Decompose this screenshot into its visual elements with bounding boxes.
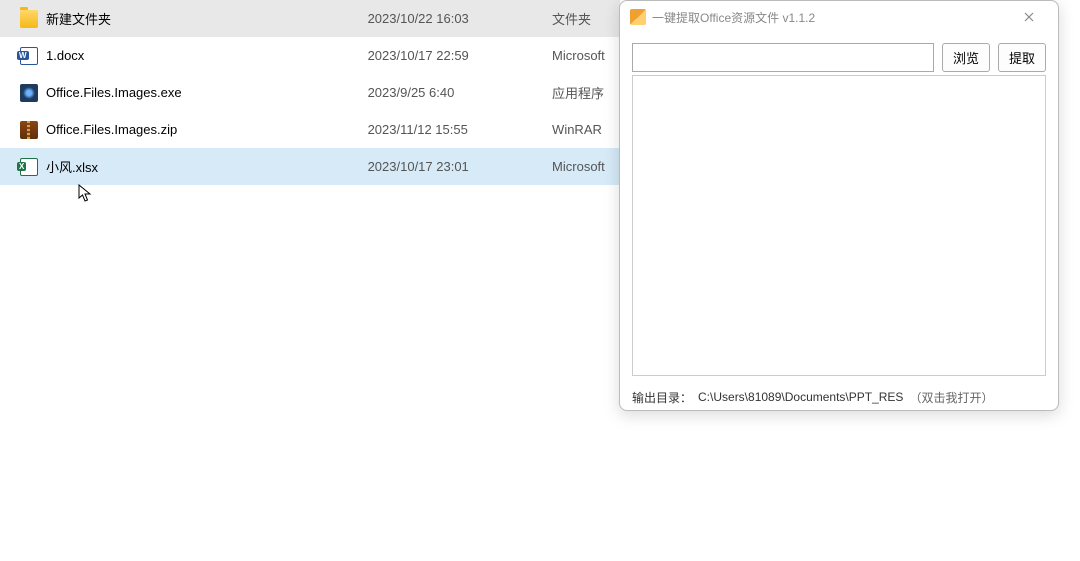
file-date: 2023/11/12 15:55 (368, 122, 552, 137)
dialog-titlebar[interactable]: 一键提取Office资源文件 v1.1.2 (620, 1, 1058, 33)
file-name: Office.Files.Images.exe (46, 85, 182, 100)
file-name-cell: 1.docx (20, 47, 368, 65)
extract-dialog: 一键提取Office资源文件 v1.1.2 浏览 提取 输出目录： C:\Use… (619, 0, 1059, 411)
docx-icon (20, 47, 38, 65)
file-name-cell: 小风.xlsx (20, 157, 368, 176)
path-input[interactable] (632, 43, 934, 72)
close-icon (1024, 12, 1034, 22)
file-name: 1.docx (46, 48, 84, 63)
file-date: 2023/9/25 6:40 (368, 85, 552, 100)
close-button[interactable] (1010, 3, 1048, 31)
app-icon (630, 9, 646, 25)
file-name-cell: Office.Files.Images.zip (20, 121, 368, 139)
file-type: Microsoft (552, 48, 620, 63)
file-list: 新建文件夹 2023/10/22 16:03文件夹 1.docx 2023/10/17… (0, 0, 620, 185)
file-type: 应用程序 (552, 83, 620, 102)
folder-icon (20, 10, 38, 28)
file-row[interactable]: 1.docx 2023/10/17 22:59Microsoft (0, 37, 620, 74)
file-name: 小风.xlsx (46, 157, 98, 176)
file-row[interactable]: 小风.xlsx 2023/10/17 23:01Microsoft (0, 148, 620, 185)
file-name-cell: 新建文件夹 (20, 9, 368, 28)
status-path[interactable]: C:\Users\81089\Documents\PPT_RES (698, 390, 903, 404)
status-label: 输出目录： (632, 389, 692, 406)
exe-icon (20, 84, 38, 102)
browse-button[interactable]: 浏览 (942, 43, 990, 72)
file-name: 新建文件夹 (46, 9, 111, 28)
dialog-title: 一键提取Office资源文件 v1.1.2 (652, 9, 1010, 26)
file-row[interactable]: Office.Files.Images.exe 2023/9/25 6:40应用程… (0, 74, 620, 111)
status-bar: 输出目录： C:\Users\81089\Documents\PPT_RES （… (620, 384, 1058, 410)
cursor-icon (78, 184, 94, 204)
file-row[interactable]: Office.Files.Images.zip 2023/11/12 15:55W… (0, 111, 620, 148)
file-date: 2023/10/22 16:03 (368, 11, 552, 26)
file-type: WinRAR (552, 122, 620, 137)
file-row[interactable]: 新建文件夹 2023/10/22 16:03文件夹 (0, 0, 620, 37)
zip-icon (20, 121, 38, 139)
file-date: 2023/10/17 23:01 (368, 159, 552, 174)
result-area[interactable] (632, 75, 1046, 376)
status-hint: （双击我打开） (909, 389, 993, 406)
xlsx-icon (20, 158, 38, 176)
file-type: Microsoft (552, 159, 620, 174)
file-date: 2023/10/17 22:59 (368, 48, 552, 63)
file-name-cell: Office.Files.Images.exe (20, 84, 368, 102)
file-name: Office.Files.Images.zip (46, 122, 177, 137)
extract-button[interactable]: 提取 (998, 43, 1046, 72)
file-type: 文件夹 (552, 9, 620, 28)
